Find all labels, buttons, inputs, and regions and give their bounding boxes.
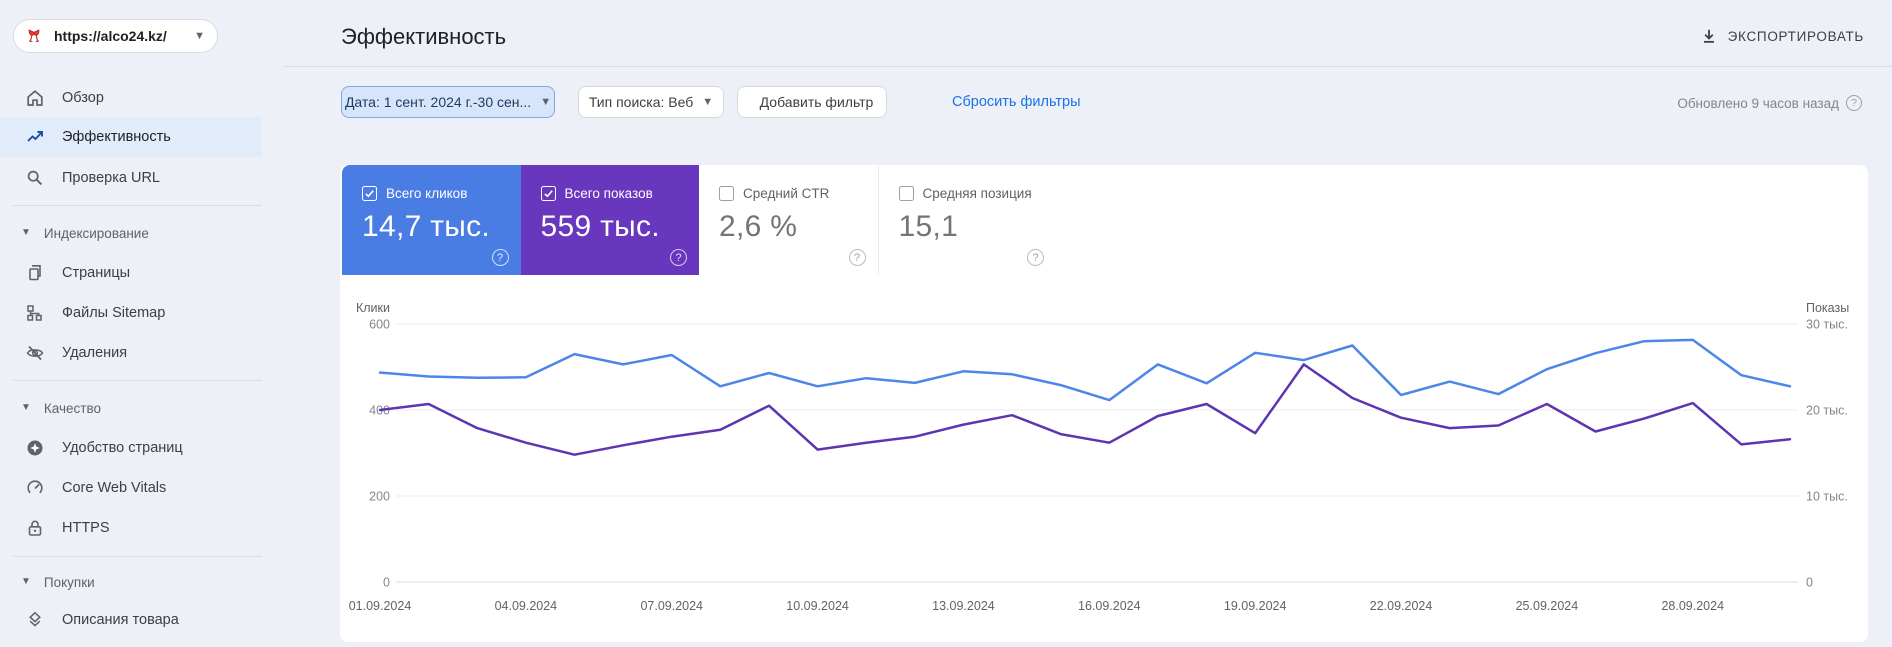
sidebar-divider: [13, 205, 262, 206]
header-divider: [283, 66, 1892, 67]
sidebar-item-url-inspection[interactable]: Проверка URL: [0, 158, 262, 198]
svg-text:0: 0: [383, 576, 390, 590]
property-url: https://alco24.kz/: [54, 28, 167, 44]
svg-text:07.09.2024: 07.09.2024: [640, 599, 703, 613]
pages-icon: [29, 265, 41, 281]
page-experience-icon: [27, 440, 43, 456]
svg-text:16.09.2024: 16.09.2024: [1078, 599, 1141, 613]
date-filter-chip[interactable]: Дата: 1 сент. 2024 г.-30 сен... ▼: [341, 86, 555, 118]
home-icon: [27, 90, 43, 106]
svg-text:22.09.2024: 22.09.2024: [1370, 599, 1433, 613]
sidebar-item-core-web-vitals[interactable]: Core Web Vitals: [0, 468, 262, 508]
removals-icon: [26, 345, 44, 361]
sidebar: https://alco24.kz/ ▼ Обзор Эффективность…: [0, 0, 262, 647]
svg-text:25.09.2024: 25.09.2024: [1516, 599, 1579, 613]
chevron-down-icon: ▼: [540, 95, 552, 108]
svg-text:20 тыс.: 20 тыс.: [1806, 404, 1848, 418]
sidebar-item-https[interactable]: HTTPS: [0, 508, 262, 548]
sidebar-item-performance[interactable]: Эффективность: [0, 117, 262, 157]
search-console-performance-page: https://alco24.kz/ ▼ Обзор Эффективность…: [0, 0, 1892, 647]
chevron-down-icon: ▼: [21, 576, 31, 587]
chevron-down-icon: ▼: [21, 402, 31, 413]
svg-text:19.09.2024: 19.09.2024: [1224, 599, 1287, 613]
help-icon[interactable]: ?: [1846, 95, 1862, 111]
svg-text:13.09.2024: 13.09.2024: [932, 599, 995, 613]
sidebar-section-indexing[interactable]: ▼ Индексирование: [0, 221, 262, 245]
wine-glasses-icon: [23, 25, 45, 47]
sidebar-item-pages[interactable]: Страницы: [0, 253, 262, 293]
property-selector[interactable]: https://alco24.kz/ ▼: [13, 19, 218, 53]
search-type-filter-chip[interactable]: Тип поиска: Веб ▼: [578, 86, 724, 118]
url-inspection-icon: [27, 170, 43, 186]
svg-text:Клики: Клики: [356, 301, 390, 315]
sidebar-item-product-snippets[interactable]: Описания товара: [0, 600, 262, 640]
sidebar-divider: [13, 380, 262, 381]
last-updated-status: Обновлено 9 часов назад ?: [1677, 95, 1862, 111]
svg-text:10.09.2024: 10.09.2024: [786, 599, 849, 613]
sidebar-divider: [13, 556, 262, 557]
sidebar-section-quality[interactable]: ▼ Качество: [0, 396, 262, 420]
performance-panel: Всего кликов 14,7 тыс. ? Всего показов 5…: [340, 165, 1868, 642]
svg-text:01.09.2024: 01.09.2024: [349, 599, 412, 613]
performance-icon: [27, 131, 43, 142]
product-snippets-icon: [29, 611, 41, 627]
svg-text:10 тыс.: 10 тыс.: [1806, 490, 1848, 504]
download-icon: [1703, 29, 1714, 43]
export-button[interactable]: ЭКСПОРТИРОВАТЬ: [1700, 27, 1864, 45]
svg-text:04.09.2024: 04.09.2024: [495, 599, 558, 613]
chevron-down-icon: ▼: [194, 29, 205, 42]
svg-text:Показы: Показы: [1806, 301, 1849, 315]
sitemap-icon: [27, 305, 42, 321]
add-filter-button[interactable]: Добавить фильтр: [737, 86, 887, 118]
chevron-down-icon: ▼: [702, 95, 714, 108]
chevron-down-icon: ▼: [21, 227, 31, 238]
sidebar-item-overview[interactable]: Обзор: [0, 78, 262, 118]
sidebar-item-removals[interactable]: Удаления: [0, 333, 262, 373]
svg-text:30 тыс.: 30 тыс.: [1806, 318, 1848, 332]
https-icon: [28, 520, 42, 536]
svg-text:28.09.2024: 28.09.2024: [1661, 599, 1724, 613]
svg-text:200: 200: [369, 490, 390, 504]
sidebar-item-sitemaps[interactable]: Файлы Sitemap: [0, 293, 262, 333]
page-title: Эффективность: [341, 24, 507, 49]
performance-chart[interactable]: 0 0200 10 тыс.400 20 тыс.600 30 тыс.Клики Пок…: [340, 165, 1868, 642]
svg-text:0: 0: [1806, 576, 1813, 590]
sidebar-item-page-experience[interactable]: Удобство страниц: [0, 428, 262, 468]
svg-text:600: 600: [369, 318, 390, 332]
sidebar-section-shopping[interactable]: ▼ Покупки: [0, 570, 262, 594]
core-web-vitals-icon: [27, 480, 43, 494]
reset-filters-link[interactable]: Сбросить фильтры: [952, 94, 1081, 110]
